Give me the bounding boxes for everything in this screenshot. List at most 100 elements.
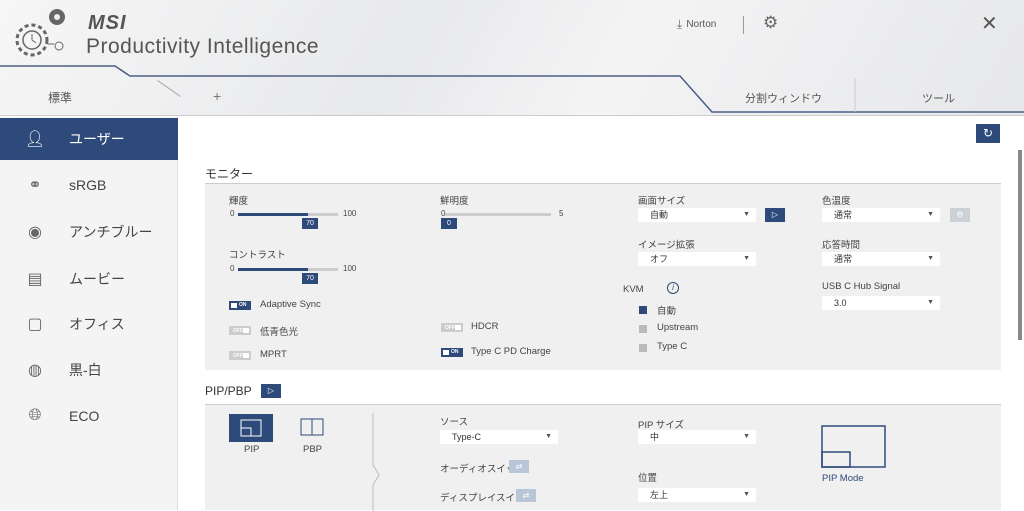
position-label: 位置 [638,473,658,484]
contrast-label: コントラスト [229,250,286,261]
pbp-label: PBP [303,444,323,455]
contrast-slider[interactable] [238,268,338,271]
selected-value: 左上 [650,490,669,500]
add-tab-button[interactable]: + [213,88,221,104]
chevron-down-icon: ▼ [545,433,552,440]
selected-value: Type-C [452,432,482,442]
tab-split-window[interactable]: 分割ウィンドウ [745,90,822,106]
contrast-value: 70 [302,273,318,284]
gear-clock-logo-icon [15,9,65,57]
kvm-option-label: Upstream [657,322,699,333]
tab-standard[interactable]: 標準 [48,89,72,106]
norton-label: Norton [686,19,717,30]
app-title: Productivity Intelligence [86,35,320,58]
usbc-hub-label: USB C Hub Signal [822,281,901,292]
chevron-down-icon: ▼ [743,433,750,440]
gear-icon: ⚙ [956,210,964,219]
sidebar-item-label: ECO [69,408,100,424]
chevron-down-icon: ▼ [927,255,934,262]
screen-size-label: 画面サイズ [638,196,686,207]
film-icon: ▤ [27,271,43,288]
info-icon[interactable]: i [667,282,679,294]
screen-size-play-button[interactable]: ▷ [765,208,785,222]
kvm-auto-radio[interactable] [639,306,647,314]
source-select[interactable]: Type-C ▼ [440,430,558,444]
pip-play-button[interactable]: ▷ [261,384,281,398]
chevron-down-icon: ▼ [743,211,750,218]
slider-max: 100 [343,209,357,218]
pip-size-label: PIP サイズ [638,420,684,431]
tab-tools[interactable]: ツール [922,90,955,106]
kvm-typec-radio[interactable] [639,344,647,352]
close-icon[interactable]: ✕ [981,11,998,36]
selected-value: 通常 [834,254,853,264]
sidebar-item-office[interactable]: ▢ オフィス [0,303,178,345]
usbc-hub-select[interactable]: 3.0 ▼ [822,296,940,310]
play-icon: ▷ [771,210,779,219]
display-switch-button[interactable]: ⇄ [516,489,536,502]
position-select[interactable]: 左上 ▼ [638,488,756,502]
sidebar-item-eco[interactable]: 🌐︎ ECO [0,395,178,437]
slider-max: 100 [343,264,357,273]
user-icon: 👤︎ [24,131,46,148]
pip-mode-preview-icon [821,425,886,468]
selected-value: オフ [650,254,669,264]
norton-button[interactable]: ⤓ Norton [677,17,716,32]
sidebar-item-label: ムービー [69,271,125,287]
adaptive-sync-toggle[interactable]: ON [229,301,251,310]
brightness-slider[interactable] [238,213,338,216]
slider-min: 0 [230,209,235,218]
divider [743,16,744,34]
monitor-section-title: モニター [205,167,254,181]
hdcr-label: HDCR [471,321,499,332]
scrollbar[interactable] [1018,150,1022,340]
sharpness-label: 鮮明度 [440,196,469,207]
color-temp-select[interactable]: 通常 ▼ [822,208,940,222]
selected-value: 自動 [650,210,669,220]
low-blue-light-label: 低青色光 [260,327,299,338]
response-time-select[interactable]: 通常 ▼ [822,252,940,266]
sidebar: 👤︎ ユーザー ⚭ sRGB ◉ アンチブルー ▤ ムービー ▢ オフィス ◍ 黒-白 🌐︎… [0,117,178,510]
pbp-icon[interactable] [300,418,324,436]
mprt-toggle[interactable]: OFF [229,351,251,360]
hdcr-toggle[interactable]: OFF [441,323,463,332]
pip-mode-button[interactable] [229,414,273,442]
header: msi Productivity Intelligence ⤓ Norton ⚙… [0,0,1024,116]
monitor-panel: 輝度 0 100 70 コントラスト 0 100 70 鮮明度 0 5 0 ON… [205,183,1001,370]
selected-value: 3.0 [834,298,847,308]
sidebar-item-srgb[interactable]: ⚭ sRGB [0,164,178,206]
pip-panel: PIP PBP ソース Type-C ▼ オーディオスイッチ ⇄ ディスプレイスイ… [205,404,1001,511]
kvm-option-label: 自動 [657,306,677,317]
mprt-label: MPRT [260,349,287,360]
chevron-down-icon: ▼ [927,211,934,218]
color-temp-settings-button[interactable]: ⚙ [950,208,970,222]
refresh-icon: ↻ [982,126,994,140]
sidebar-item-anti-blue[interactable]: ◉ アンチブルー [0,211,178,253]
sharpness-slider[interactable] [445,213,551,216]
selected-value: 通常 [834,210,853,220]
globe-icon: 🌐︎ [28,407,42,424]
color-temp-label: 色温度 [822,196,851,207]
adaptive-sync-label: Adaptive Sync [260,299,321,310]
screen-size-select[interactable]: 自動 ▼ [638,208,756,222]
audio-switch-button[interactable]: ⇄ [509,460,529,473]
pip-mode-label: PIP Mode [822,473,864,484]
pip-size-select[interactable]: 中 ▼ [638,430,756,444]
black-white-icon: ◍ [28,362,42,379]
low-blue-light-toggle[interactable]: OFF [229,326,251,335]
settings-gear-icon[interactable]: ⚙ [763,13,778,33]
sidebar-item-black-white[interactable]: ◍ 黒-白 [0,349,178,391]
kvm-option-label: Type C [657,341,688,352]
sidebar-item-movie[interactable]: ▤ ムービー [0,258,178,300]
swap-icon: ⇄ [522,491,530,500]
reset-button[interactable]: ↻ [976,124,1000,143]
kvm-upstream-radio[interactable] [639,325,647,333]
sidebar-item-user[interactable]: 👤︎ ユーザー [0,118,178,160]
color-circles-icon: ⚭ [28,177,42,194]
sharpness-value: 0 [441,218,457,229]
typec-pd-charge-label: Type C PD Charge [471,346,551,357]
briefcase-icon: ▢ [27,316,43,333]
section-divider [372,413,380,511]
image-enhance-select[interactable]: オフ ▼ [638,252,756,266]
typec-pd-charge-toggle[interactable]: ON [441,348,463,357]
